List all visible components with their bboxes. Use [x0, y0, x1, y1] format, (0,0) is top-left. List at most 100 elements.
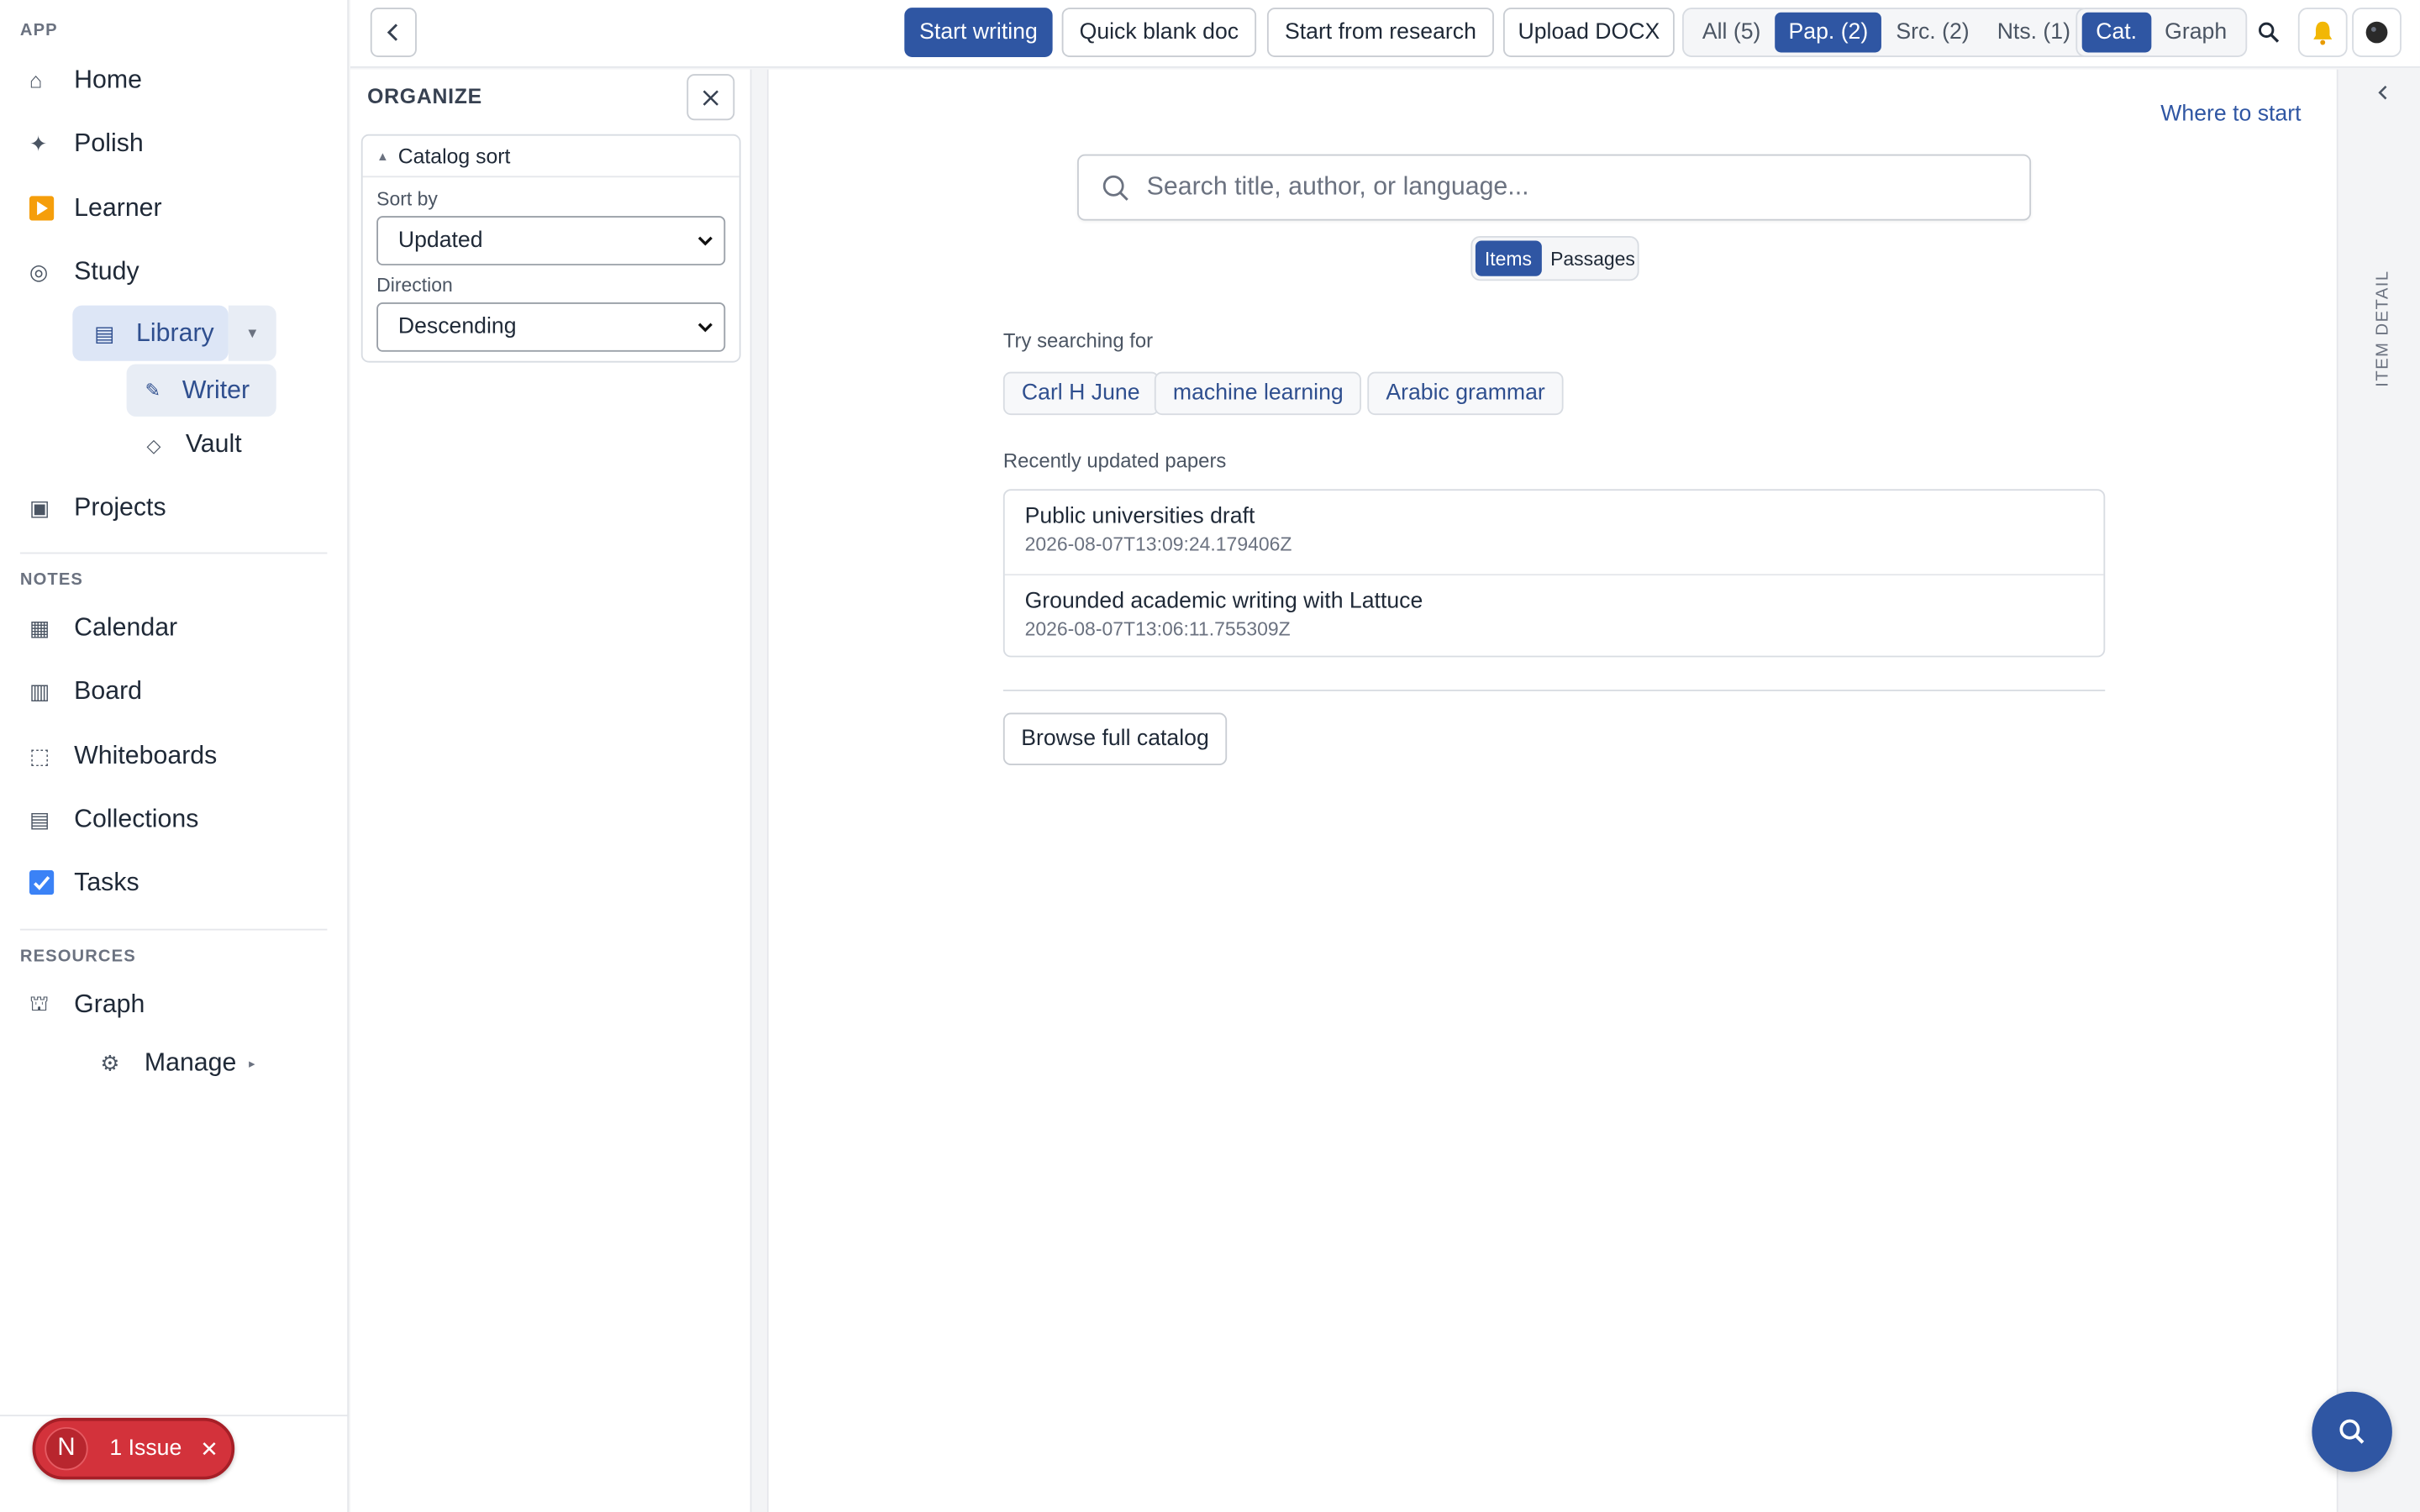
sidebar-item-projects[interactable]: ▣ Projects — [20, 481, 166, 533]
suggestion-chip[interactable]: Carl H June — [1002, 371, 1159, 416]
sidebar-item-writer[interactable]: ✎ Writer — [126, 364, 276, 417]
mode-items[interactable]: Items — [1475, 240, 1542, 276]
catalog-search — [1077, 154, 2032, 221]
list-icon: ▤ — [94, 320, 115, 345]
graph-icon: ⛫ — [29, 990, 50, 1015]
issue-logo: N — [45, 1426, 88, 1471]
sidebar-item-manage[interactable]: ⚙ Manage ▸ — [97, 1049, 255, 1079]
sidebar-item-collections[interactable]: ▤ Collections — [20, 793, 199, 845]
view-catalog[interactable]: Cat. — [2081, 12, 2151, 53]
direction-value: Descending — [397, 314, 517, 340]
sidebar-item-whiteboards[interactable]: ⬚ Whiteboards — [20, 730, 217, 782]
search-mode-toggle: Items Passages — [1470, 236, 1639, 281]
caret-down-icon: ▼ — [245, 325, 260, 341]
suggestion-chip[interactable]: Arabic grammar — [1367, 371, 1564, 416]
view-graph[interactable]: Graph — [2151, 13, 2241, 53]
issue-badge[interactable]: N 1 Issue ✕ — [32, 1417, 235, 1480]
catalog-sort-header[interactable]: ▲ Catalog sort — [362, 136, 739, 178]
sort-by-value: Updated — [397, 228, 483, 254]
sidebar-item-label: Writer — [182, 375, 250, 404]
collections-icon: ▤ — [29, 806, 50, 832]
sidebar-item-label: Tasks — [74, 868, 139, 896]
sidebar: APP ⌂ Home ✦ Polish Learner ◎ Study ▤ Li… — [0, 0, 350, 1512]
filter-sources[interactable]: Src. (2) — [1882, 13, 1983, 53]
mode-passages[interactable]: Passages — [1541, 241, 1644, 276]
bell-icon — [2313, 21, 2333, 45]
start-writing-button[interactable]: Start writing — [904, 8, 1053, 57]
filter-papers[interactable]: Pap. (2) — [1774, 12, 1882, 53]
sidebar-item-study[interactable]: ◎ Study — [20, 245, 139, 297]
sidebar-item-label: Study — [74, 256, 139, 285]
home-icon: ⌂ — [29, 67, 43, 93]
sidebar-item-label: Board — [74, 676, 143, 705]
diamond-icon: ◇ — [146, 434, 161, 456]
sidebar-item-label: Polish — [74, 129, 144, 157]
sidebar-item-label: Calendar — [74, 613, 178, 642]
library-expand-button[interactable]: ▼ — [228, 305, 276, 361]
recent-papers-list: Public universities draft 2026-08-07T13:… — [1002, 489, 2106, 659]
where-to-start-link[interactable]: Where to start — [2160, 102, 2301, 126]
calendar-icon: ▦ — [29, 614, 50, 640]
sidebar-item-vault[interactable]: ◇ Vault — [146, 430, 241, 459]
paper-title: Public universities draft — [1024, 504, 1255, 529]
paper-updated: 2026-08-07T13:06:11.755309Z — [1024, 618, 1291, 641]
account-button[interactable] — [2352, 8, 2402, 57]
search-icon — [2339, 1419, 2365, 1444]
paper-updated: 2026-08-07T13:09:24.179406Z — [1024, 533, 1292, 556]
notifications-button[interactable] — [2297, 8, 2348, 57]
sidebar-item-polish[interactable]: ✦ Polish — [20, 118, 144, 170]
expand-detail-button[interactable] — [2377, 81, 2390, 109]
resources-section-heading: RESOURCES — [19, 947, 136, 966]
quick-blank-doc-button[interactable]: Quick blank doc — [1061, 8, 1257, 57]
list-item[interactable]: Grounded academic writing with Lattuce 2… — [1005, 575, 2104, 659]
direction-select[interactable]: Descending — [376, 302, 726, 352]
floating-search-button[interactable] — [2312, 1391, 2392, 1473]
sidebar-item-label: Collections — [74, 804, 199, 832]
browse-catalog-button[interactable]: Browse full catalog — [1002, 712, 1228, 766]
catalog-sort-card: ▲ Catalog sort Sort by Updated Direction… — [360, 134, 741, 363]
close-organize-button[interactable] — [687, 74, 735, 121]
caret-up-icon: ▲ — [376, 149, 389, 163]
collapse-sidebar-button[interactable] — [370, 8, 417, 57]
chevron-left-icon — [2378, 85, 2387, 100]
chevron-down-icon — [697, 323, 713, 333]
upload-docx-button[interactable]: Upload DOCX — [1502, 8, 1675, 57]
sidebar-item-graph[interactable]: ⛫ Graph — [20, 978, 145, 1030]
top-toolbar: Start writing Quick blank doc Start from… — [350, 0, 2420, 68]
checkbox-icon — [20, 869, 60, 895]
start-from-research-button[interactable]: Start from research — [1266, 8, 1494, 57]
try-searching-label: Try searching for — [1002, 328, 1154, 352]
search-button[interactable] — [2244, 8, 2294, 57]
pencil-icon: ✎ — [145, 379, 161, 402]
app-root: APP ⌂ Home ✦ Polish Learner ◎ Study ▤ Li… — [0, 0, 2420, 1512]
sidebar-item-home[interactable]: ⌂ Home — [20, 54, 142, 106]
close-icon[interactable]: ✕ — [200, 1436, 218, 1462]
sidebar-item-tasks[interactable]: Tasks — [20, 856, 139, 908]
sidebar-item-board[interactable]: ▥ Board — [20, 665, 142, 717]
notes-section-heading: NOTES — [19, 570, 84, 590]
caret-right-icon: ▸ — [249, 1057, 255, 1071]
sidebar-item-label: Library — [136, 318, 214, 347]
catalog-sort-title: Catalog sort — [397, 144, 511, 168]
sidebar-item-learner[interactable]: Learner — [20, 182, 162, 234]
sidebar-item-calendar[interactable]: ▦ Calendar — [20, 601, 177, 654]
organize-panel: ORGANIZE ▲ Catalog sort Sort by Updated … — [350, 69, 752, 1512]
sort-by-select[interactable]: Updated — [376, 216, 726, 265]
app-section-heading: APP — [19, 21, 58, 40]
filter-notes[interactable]: Nts. (1) — [1983, 13, 2084, 53]
recent-papers-label: Recently updated papers — [1002, 449, 1227, 473]
sidebar-item-label: Home — [74, 66, 143, 94]
list-item[interactable]: Public universities draft 2026-08-07T13:… — [1005, 491, 2104, 574]
sort-by-label: Sort by — [376, 188, 438, 210]
suggestion-chip[interactable]: machine learning — [1154, 371, 1362, 416]
filter-all[interactable]: All (5) — [1688, 13, 1775, 53]
paper-title: Grounded academic writing with Lattuce — [1024, 589, 1423, 615]
search-input[interactable] — [1146, 172, 1996, 202]
sparkle-icon: ✦ — [29, 130, 48, 155]
sidebar-divider — [19, 552, 328, 554]
organize-title: ORGANIZE — [367, 85, 482, 108]
close-icon — [702, 89, 718, 105]
search-icon — [1102, 175, 1128, 201]
sidebar-item-library[interactable]: ▤ Library — [72, 305, 229, 361]
section-divider — [1002, 690, 2106, 691]
